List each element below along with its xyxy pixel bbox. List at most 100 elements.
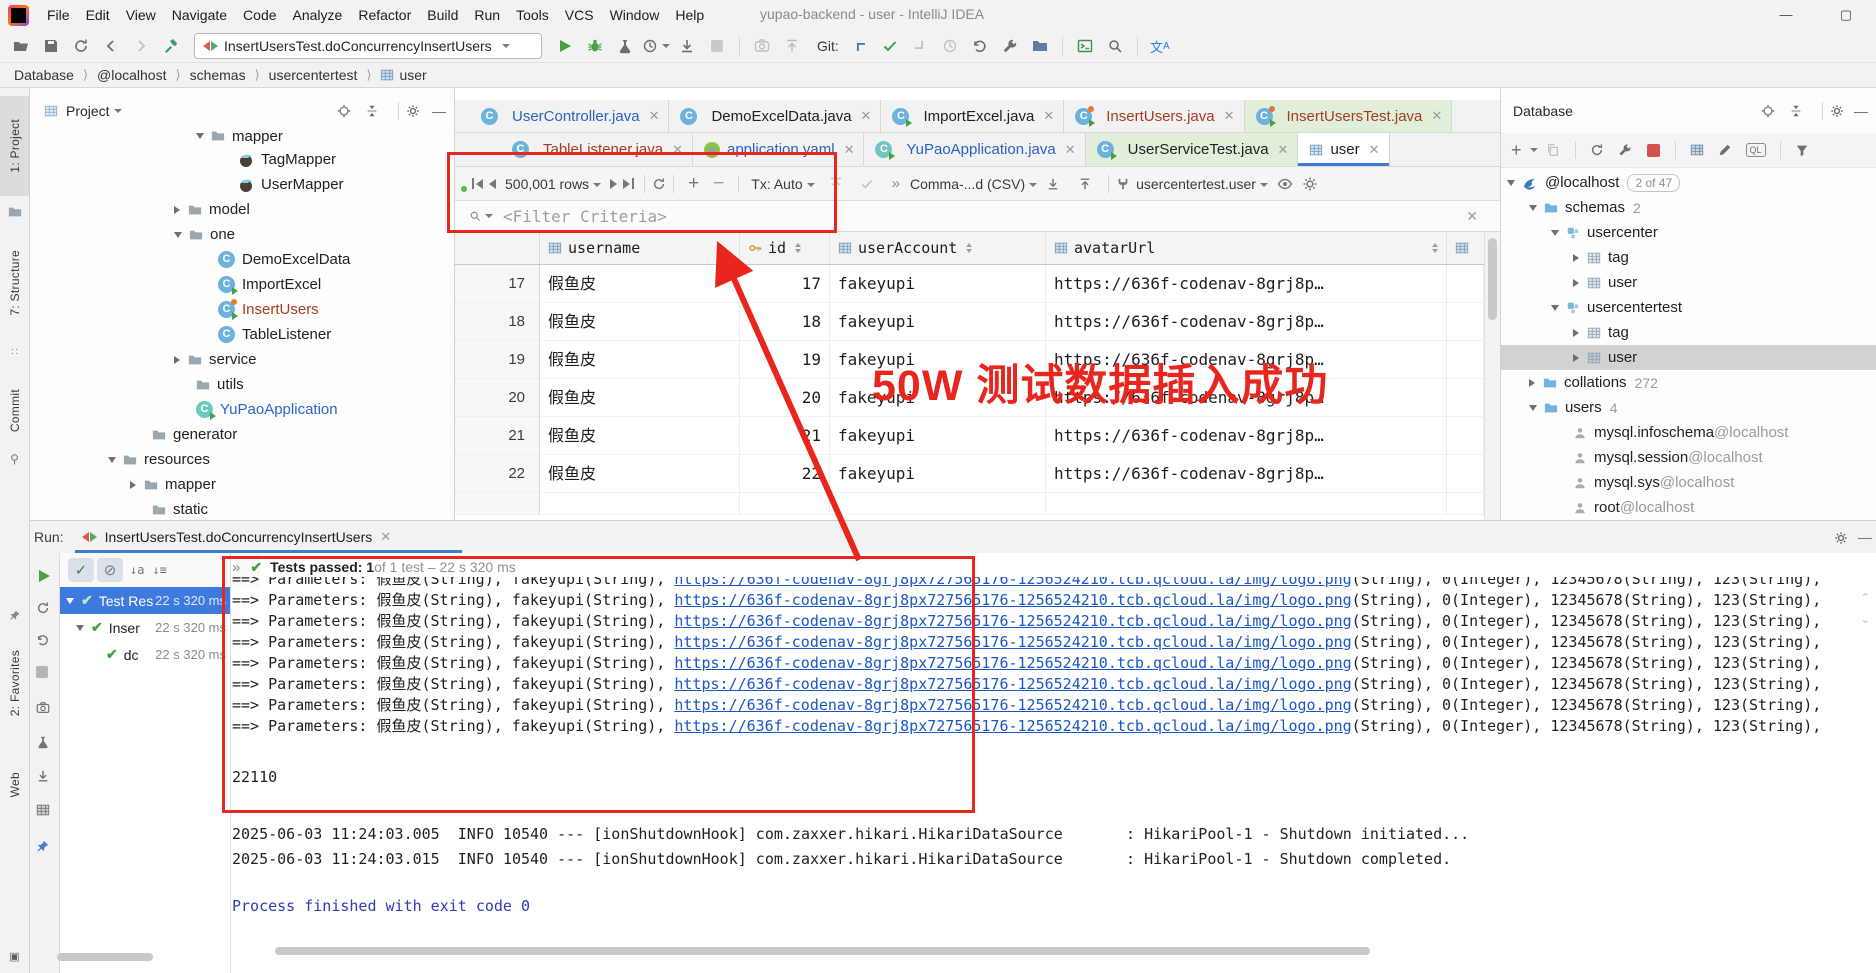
tree-item-service[interactable]: service (174, 347, 257, 372)
menu-code[interactable]: Code (235, 3, 284, 27)
locate-file-icon[interactable] (337, 104, 351, 118)
tree-item-resources[interactable]: resources (108, 447, 210, 472)
hide-panel-icon[interactable]: — (1854, 103, 1868, 119)
tab-usercontroller[interactable]: CUserController.java✕ (470, 100, 669, 132)
menu-navigate[interactable]: Navigate (164, 3, 235, 27)
collapsed-arrow-icon[interactable] (174, 206, 180, 214)
previous-page-icon[interactable] (489, 179, 496, 189)
query-console-icon[interactable]: QL (1746, 143, 1766, 157)
tab-importexcel[interactable]: CImportExcel.java✕ (881, 100, 1064, 132)
stop-button[interactable] (704, 33, 730, 59)
tab-applicationyaml[interactable]: application.yaml✕ (693, 133, 864, 166)
tab-yupaoapplication[interactable]: CYuPaoApplication.java✕ (864, 133, 1085, 166)
db-item-usercenter[interactable]: usercenter (1551, 220, 1876, 245)
console-link[interactable]: https://636f-codenav-8grj8px727565176-12… (674, 612, 1351, 630)
console-link[interactable]: https://636f-codenav-8grj8px727565176-12… (674, 633, 1351, 651)
tree-item-mapper[interactable]: mapper (196, 126, 283, 146)
expanded-arrow-icon[interactable] (66, 598, 74, 604)
tab-userservicetest[interactable]: CUserServiceTest.java✕ (1086, 133, 1299, 166)
tab-insertuserstest[interactable]: CInsertUsersTest.java✕ (1245, 100, 1453, 132)
console-link[interactable]: https://636f-codenav-8grj8px727565176-12… (674, 696, 1351, 714)
stripe-toggle-icon[interactable]: ▣ (0, 946, 29, 966)
stripe-structure-button[interactable]: 7: Structure (0, 228, 29, 338)
expanded-arrow-icon[interactable] (1551, 230, 1559, 236)
build-hammer-icon[interactable] (158, 33, 184, 59)
collapsed-arrow-icon[interactable] (174, 356, 180, 364)
toolbar-overflow-icon[interactable]: » (892, 175, 900, 192)
stripe-favorites-button[interactable]: 2: Favorites (0, 628, 29, 738)
duplicate-icon[interactable] (1546, 143, 1560, 157)
stop-icon[interactable] (1647, 144, 1660, 157)
filter-funnel-icon[interactable] (1795, 143, 1809, 157)
hide-panel-icon[interactable]: — (432, 103, 446, 119)
close-icon[interactable]: ✕ (1466, 208, 1478, 225)
test-tree-method[interactable]: ✔dc22 s 320 ms (60, 641, 230, 668)
db-item-mysql-infoschema[interactable]: mysql.infoschema@localhost (1573, 420, 1876, 445)
tree-item-one[interactable]: one (174, 222, 235, 247)
layout-icon[interactable] (36, 801, 50, 819)
sort-icon[interactable] (1432, 243, 1438, 253)
db-item-localhost[interactable]: @localhost2 of 47 (1507, 170, 1876, 195)
column-header-username[interactable]: username (540, 232, 740, 264)
console-link[interactable]: https://636f-codenav-8grj8px727565176-12… (674, 717, 1351, 735)
test-tree-root[interactable]: ✔Test Res22 s 320 ms (60, 587, 230, 614)
db-item-users[interactable]: users4 (1529, 395, 1876, 420)
menu-edit[interactable]: Edit (78, 3, 118, 27)
page-size-select[interactable]: 500,001 rows (505, 176, 601, 192)
terminal-icon[interactable] (1072, 33, 1098, 59)
add-row-icon[interactable]: + (688, 173, 699, 195)
tab-user-table[interactable]: user✕ (1298, 133, 1389, 166)
menu-refactor[interactable]: Refactor (350, 3, 419, 27)
console-link[interactable]: https://636f-codenav-8grj8px727565176-12… (674, 577, 1351, 588)
console-link[interactable]: https://636f-codenav-8grj8px727565176-12… (674, 675, 1351, 693)
column-header-avatarurl[interactable]: avatarUrl (1046, 232, 1447, 264)
close-icon[interactable]: ✕ (1369, 142, 1380, 158)
db-item-user[interactable]: user (1573, 270, 1876, 295)
new-datasource-icon[interactable]: + (1511, 140, 1522, 161)
stripe-commit-button[interactable]: Commit (0, 376, 29, 446)
collapsed-arrow-icon[interactable] (1573, 254, 1579, 262)
sort-by-duration-icon[interactable]: ↓≡ (152, 563, 166, 577)
datasource-select[interactable]: usercentertest.user (1136, 176, 1268, 192)
next-page-icon[interactable] (610, 179, 617, 189)
close-icon[interactable]: ✕ (1043, 108, 1054, 124)
collapse-all-icon[interactable] (1789, 104, 1803, 118)
tab-tablelistener[interactable]: CTableListener.java✕ (501, 133, 693, 166)
gear-icon[interactable] (1302, 176, 1318, 192)
console-horizontal-scrollbar[interactable] (275, 947, 1370, 955)
git-commit-icon[interactable] (877, 33, 903, 59)
maximize-button[interactable]: ▢ (1826, 0, 1866, 30)
table-row[interactable]: 21假鱼皮21fakeyupihttps://636f-codenav-8grj… (455, 417, 1484, 455)
gear-icon[interactable] (1834, 529, 1848, 545)
console-link[interactable]: https://636f-codenav-8grj8px727565176-12… (674, 654, 1351, 672)
open-icon[interactable] (8, 33, 34, 59)
sort-alphabetically-icon[interactable]: ↓a (130, 563, 144, 577)
rollback-icon[interactable] (967, 33, 993, 59)
db-item-user2-selected[interactable]: user (1501, 345, 1876, 370)
menu-file[interactable]: File (39, 3, 78, 27)
test-tree-class[interactable]: ✔Inser22 s 320 ms (60, 614, 230, 641)
collapse-all-icon[interactable] (365, 104, 379, 118)
collapsed-arrow-icon[interactable] (130, 481, 136, 489)
db-item-schemas[interactable]: schemas2 (1529, 195, 1876, 220)
export-format-select[interactable]: Comma-...d (CSV) (910, 176, 1037, 192)
tab-insertusers[interactable]: CInsertUsers.java✕ (1064, 100, 1244, 132)
db-item-collations[interactable]: collations272 (1529, 370, 1876, 395)
toggle-auto-test-icon[interactable] (36, 631, 50, 649)
tree-item-demoexceldata[interactable]: CDemoExcelData (218, 247, 350, 272)
stop-button[interactable] (36, 665, 48, 683)
breadcrumb-user[interactable]: user (399, 67, 426, 83)
commit-check-icon[interactable] (860, 177, 874, 191)
run-button[interactable] (552, 33, 578, 59)
reload-icon[interactable] (652, 177, 666, 191)
search-everywhere-icon[interactable] (1102, 33, 1128, 59)
run-tab[interactable]: InsertUsersTest.doConcurrencyInsertUsers (105, 529, 373, 545)
show-passed-toggle[interactable]: ✓ (68, 558, 94, 582)
rerun-button[interactable] (36, 567, 52, 585)
menu-vcs[interactable]: VCS (557, 3, 602, 27)
collapsed-arrow-icon[interactable] (1529, 379, 1535, 387)
collapsed-arrow-icon[interactable] (1573, 279, 1579, 287)
debug-button[interactable] (582, 33, 608, 59)
expanded-arrow-icon[interactable] (1551, 305, 1559, 311)
tree-item-usermapper[interactable]: UserMapper (238, 172, 344, 197)
